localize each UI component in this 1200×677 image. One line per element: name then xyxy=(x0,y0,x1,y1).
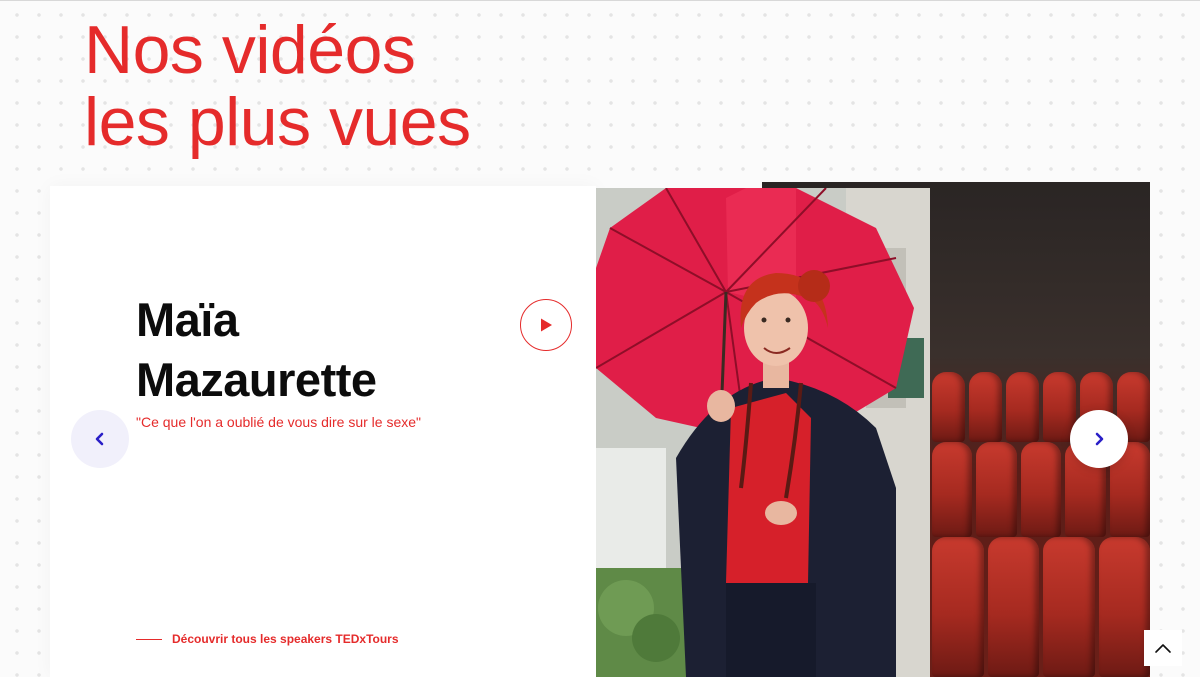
video-carousel: Maïa Mazaurette "Ce que l'on a oublié de… xyxy=(0,180,1200,677)
speaker-illustration xyxy=(596,188,930,677)
speaker-last-name: Mazaurette xyxy=(136,353,377,406)
scroll-to-top-button[interactable] xyxy=(1144,630,1182,666)
chevron-left-icon xyxy=(95,432,104,446)
heading-line-2: les plus vues xyxy=(84,84,471,160)
link-dash xyxy=(136,638,162,640)
featured-video-card: Maïa Mazaurette "Ce que l'on a oublié de… xyxy=(50,186,596,677)
talk-title: "Ce que l'on a oublié de vous dire sur l… xyxy=(136,414,422,430)
top-divider xyxy=(0,0,1200,1)
heading-line-1: Nos vidéos xyxy=(84,12,416,88)
chevron-right-icon xyxy=(1095,432,1104,446)
speaker-name: Maïa Mazaurette xyxy=(136,290,377,410)
section-heading: Nos vidéos les plus vues xyxy=(84,14,471,158)
speaker-first-name: Maïa xyxy=(136,293,239,346)
next-slide-button[interactable] xyxy=(1070,410,1128,468)
previous-slide-button[interactable] xyxy=(71,410,129,468)
discover-link-label: Découvrir tous les speakers TEDxTours xyxy=(172,632,399,646)
chevron-up-icon xyxy=(1155,644,1171,653)
play-icon xyxy=(541,318,552,332)
play-button[interactable] xyxy=(520,299,572,351)
speaker-photo[interactable] xyxy=(596,188,930,677)
discover-speakers-link[interactable]: Découvrir tous les speakers TEDxTours xyxy=(136,632,399,646)
